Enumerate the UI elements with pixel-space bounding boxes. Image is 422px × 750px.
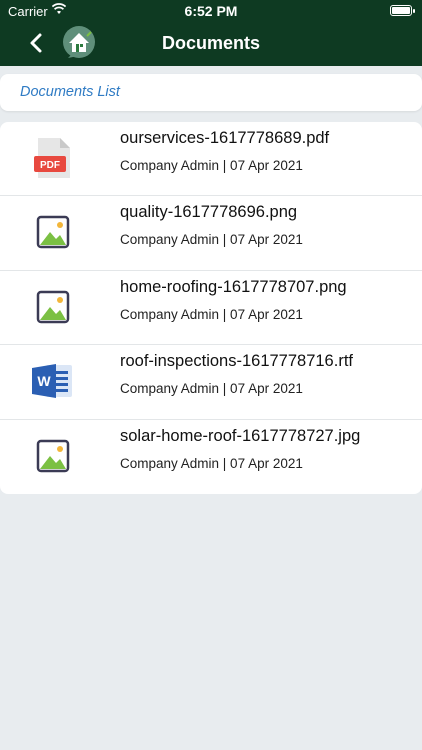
documents-list: PDF ourservices-1617778689.pdf Company A… xyxy=(0,122,422,494)
word-file-icon: W xyxy=(32,364,72,399)
list-item[interactable]: solar-home-roof-1617778727.jpg Company A… xyxy=(0,419,422,494)
document-meta: Company Admin | 07 Apr 2021 xyxy=(120,232,303,248)
app-header: Carrier 6:52 PM Documents xyxy=(0,0,422,66)
svg-text:W: W xyxy=(37,373,51,389)
list-item[interactable]: quality-1617778696.png Company Admin | 0… xyxy=(0,196,422,271)
document-meta: Company Admin | 07 Apr 2021 xyxy=(120,381,303,397)
document-name: home-roofing-1617778707.png xyxy=(120,277,347,296)
image-file-icon xyxy=(36,216,70,249)
image-file-icon xyxy=(36,290,70,324)
document-meta: Company Admin | 07 Apr 2021 xyxy=(120,306,303,322)
status-bar: Carrier 6:52 PM xyxy=(0,0,422,22)
page-title: Documents xyxy=(161,33,260,53)
list-item[interactable]: home-roofing-1617778707.png Company Admi… xyxy=(0,270,422,346)
section-header: Documents List xyxy=(0,74,422,111)
document-meta: Company Admin | 07 Apr 2021 xyxy=(120,455,303,471)
pdf-file-icon: PDF xyxy=(34,138,70,178)
document-name: ourservices-1617778689.pdf xyxy=(120,129,330,147)
image-file-icon xyxy=(36,439,70,472)
document-name: roof-inspections-1617778716.rtf xyxy=(120,352,353,371)
status-time: 6:52 PM xyxy=(184,3,238,19)
svg-text:PDF: PDF xyxy=(40,160,60,171)
list-item[interactable]: W roof-inspections-1617778716.rtf Compan… xyxy=(0,345,422,420)
battery-icon xyxy=(390,5,415,16)
section-label: Documents List xyxy=(20,84,120,100)
list-item[interactable]: PDF ourservices-1617778689.pdf Company A… xyxy=(0,122,422,197)
document-name: quality-1617778696.png xyxy=(120,203,298,222)
document-meta: Company Admin | 07 Apr 2021 xyxy=(120,158,303,173)
document-name: solar-home-roof-1617778727.jpg xyxy=(120,426,361,445)
nav-bar: Documents xyxy=(0,22,422,66)
